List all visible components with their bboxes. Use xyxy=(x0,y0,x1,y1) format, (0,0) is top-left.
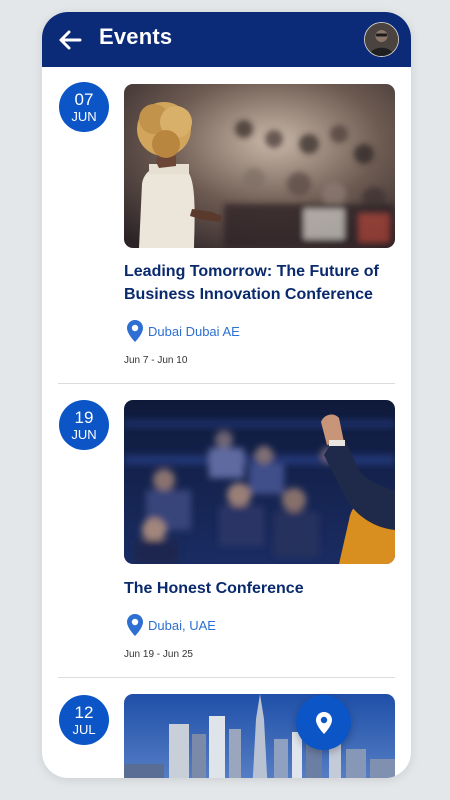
event-dates: Jun 19 - Jun 25 xyxy=(124,649,193,660)
location-text: Dubai Dubai AE xyxy=(148,323,240,339)
date-month: JUN xyxy=(71,109,97,124)
date-day: 12 xyxy=(74,703,94,722)
date-badge: 07 JUN xyxy=(59,82,109,132)
divider xyxy=(58,383,395,384)
event-image[interactable] xyxy=(124,84,395,248)
date-day: 19 xyxy=(74,408,94,427)
event-title[interactable]: Leading Tomorrow: The Future of Business… xyxy=(124,260,386,306)
event-image[interactable] xyxy=(124,694,395,778)
map-pin-icon xyxy=(127,320,143,342)
arrow-left-icon xyxy=(59,30,82,50)
map-view-button[interactable] xyxy=(296,695,351,750)
event-card[interactable]: 07 JUN Leading Tomorrow: The Future of B… xyxy=(42,67,411,397)
event-location[interactable]: Dubai Dubai AE xyxy=(126,318,240,344)
top-app-bar: Events xyxy=(42,12,411,67)
event-card[interactable]: 12 JUL xyxy=(42,692,411,778)
app-screen: Events 07 JUN Leading Tomorrow: The Futu… xyxy=(42,12,411,778)
date-month: JUL xyxy=(72,722,96,737)
avatar[interactable] xyxy=(364,22,399,57)
skyline-photo xyxy=(124,694,395,778)
map-pin-icon xyxy=(315,711,332,734)
page-title: Events xyxy=(99,24,173,49)
event-title[interactable]: The Honest Conference xyxy=(124,577,386,600)
event-dates: Jun 7 - Jun 10 xyxy=(124,355,188,366)
date-badge: 19 JUN xyxy=(59,400,109,450)
events-list: 07 JUN Leading Tomorrow: The Future of B… xyxy=(42,67,411,778)
speaker-photo xyxy=(124,84,395,248)
audience-photo xyxy=(124,400,395,564)
event-image[interactable] xyxy=(124,400,395,564)
map-pin-icon xyxy=(127,614,143,636)
date-day: 07 xyxy=(74,90,94,109)
divider xyxy=(58,677,395,678)
date-month: JUN xyxy=(71,427,97,442)
date-badge: 12 JUL xyxy=(59,695,109,745)
event-card[interactable]: 19 JUN The Honest Conference Dubai, UAE … xyxy=(42,397,411,692)
back-button[interactable] xyxy=(56,26,84,54)
event-location[interactable]: Dubai, UAE xyxy=(126,612,216,638)
location-text: Dubai, UAE xyxy=(148,617,216,633)
